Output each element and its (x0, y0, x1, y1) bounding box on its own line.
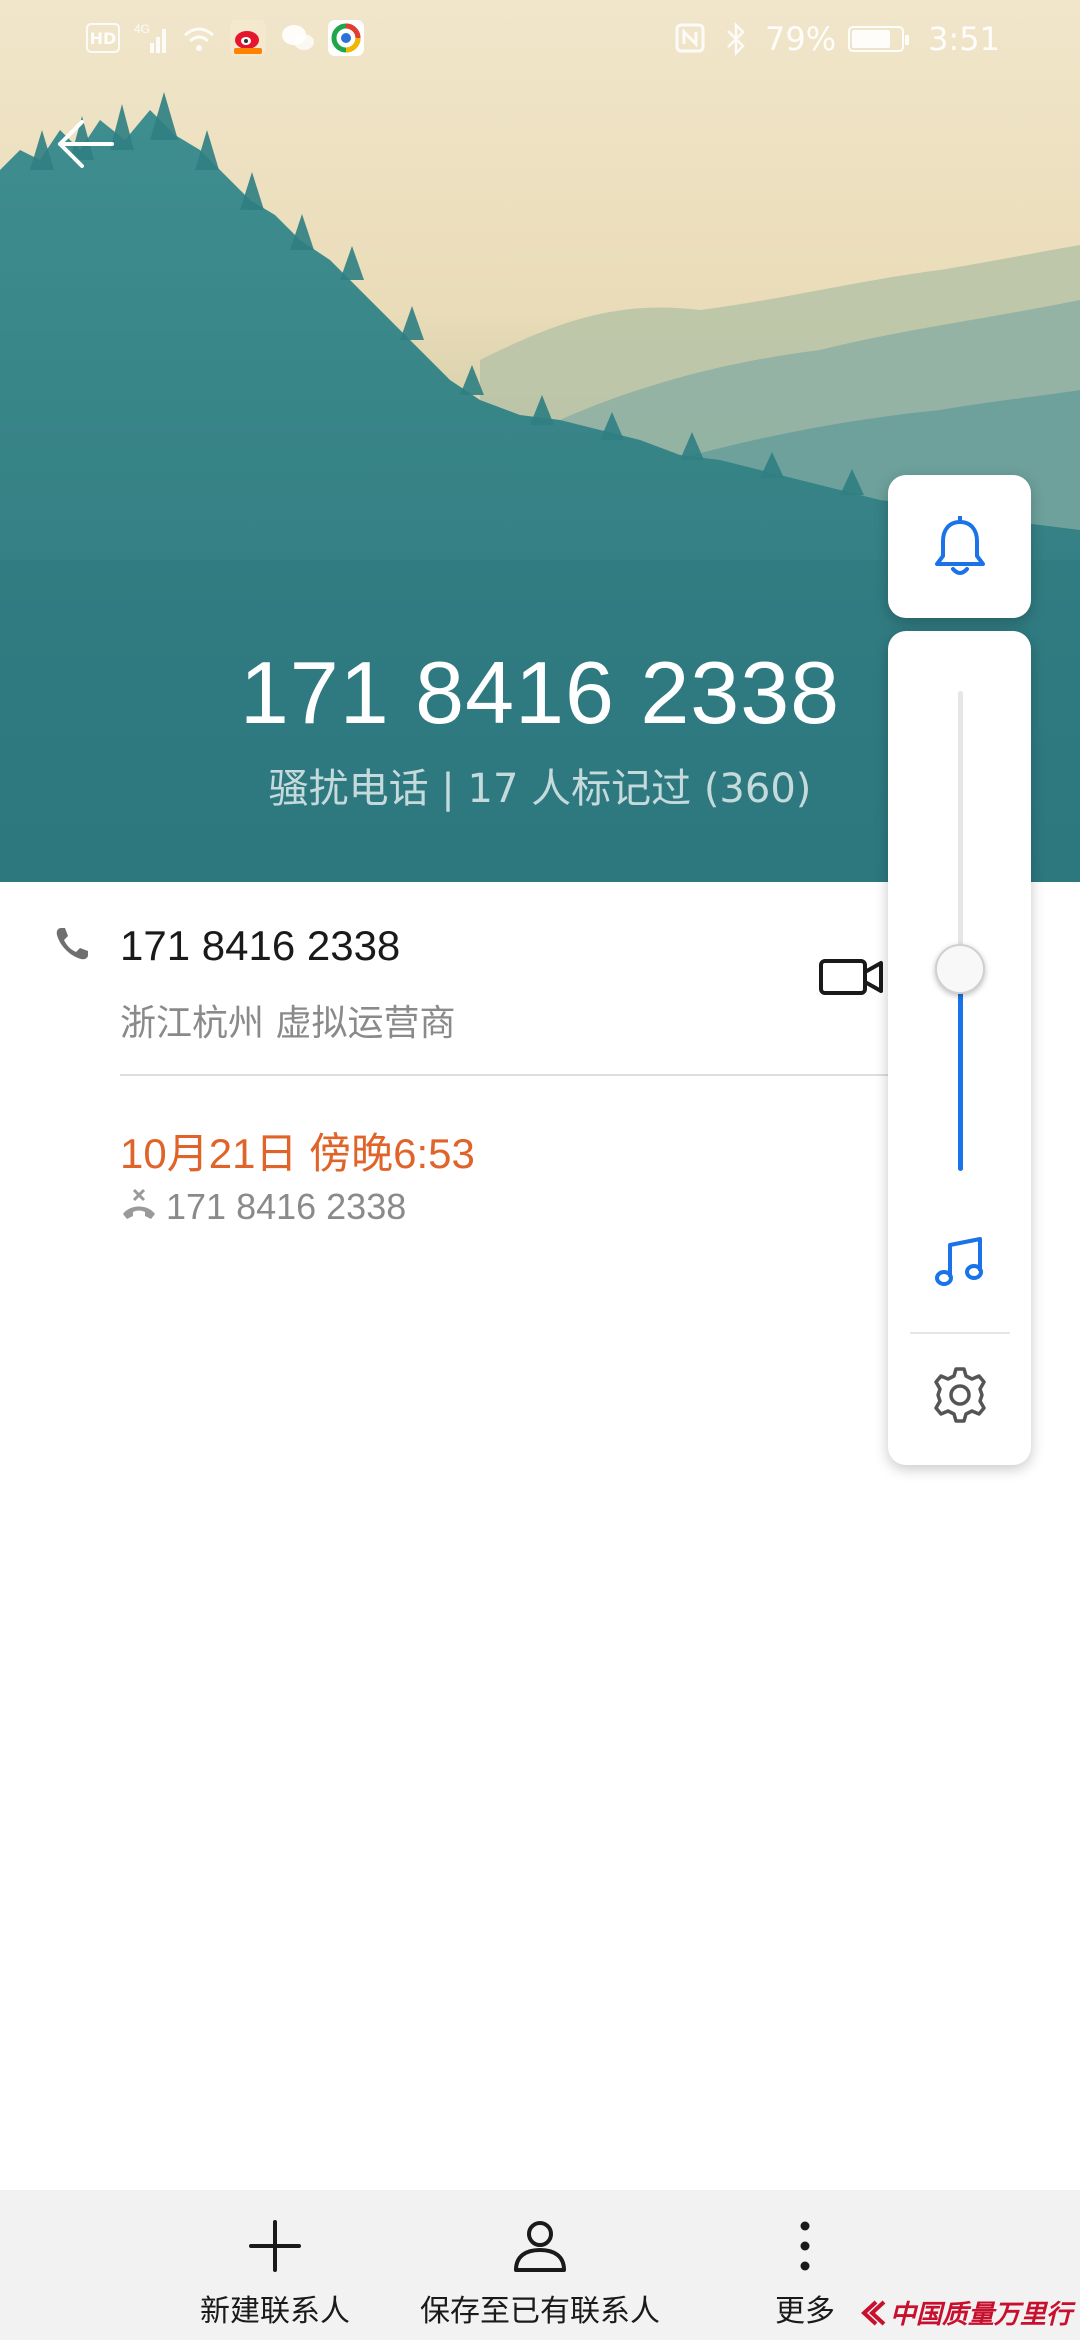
status-bar: HD 4G 79% 3:51 (0, 0, 1080, 80)
volume-panel (888, 631, 1031, 1465)
ringer-mode-button[interactable] (888, 475, 1031, 618)
new-contact-label: 新建联系人 (200, 2294, 350, 2329)
browser-icon (328, 20, 364, 56)
weibo-icon (230, 20, 266, 56)
new-contact-button[interactable]: 新建联系人 (175, 2190, 375, 2340)
plus-icon (249, 2220, 301, 2272)
more-button[interactable]: 更多 (745, 2190, 865, 2340)
more-label: 更多 (775, 2294, 835, 2329)
number-location: 浙江杭州 虚拟运营商 (120, 1003, 456, 1044)
missed-call-icon (123, 1188, 155, 1219)
network-type-label: 4G (134, 22, 150, 36)
volume-slider-fill (958, 969, 963, 1171)
contact-phone-number[interactable]: 171 8416 2338 (120, 922, 400, 970)
volume-slider-thumb[interactable] (935, 944, 985, 994)
wifi-icon (182, 21, 216, 55)
arrow-left-icon (58, 120, 114, 168)
details-divider (120, 1074, 900, 1076)
video-call-icon (819, 959, 883, 995)
watermark-logo: 中国质量万里行 (858, 2294, 1072, 2331)
status-time: 3:51 (928, 20, 1000, 58)
more-vertical-icon (800, 2221, 810, 2271)
save-to-existing-contact-button[interactable]: 保存至已有联系人 (400, 2190, 680, 2340)
signal-icon: 4G (134, 21, 168, 55)
bluetooth-icon (719, 21, 753, 57)
wechat-icon (280, 21, 314, 55)
hd-icon: HD (86, 23, 120, 53)
call-log-number: 171 8416 2338 (166, 1186, 407, 1227)
gear-icon[interactable] (930, 1365, 990, 1425)
call-log-date: 10月21日 傍晚6:53 (120, 1130, 475, 1177)
person-icon (514, 2221, 566, 2272)
video-call-button[interactable] (818, 952, 886, 1002)
phone-icon (56, 928, 88, 960)
back-button[interactable] (46, 108, 126, 188)
watermark-text: 中国质量万里行 (889, 2300, 1072, 2330)
nfc-icon (673, 22, 707, 56)
watermark-mark-icon (861, 2300, 886, 2325)
save-to-existing-label: 保存至已有联系人 (420, 2294, 660, 2329)
bell-icon (935, 516, 985, 575)
music-note-icon[interactable] (932, 1235, 988, 1291)
volume-panel-divider (910, 1332, 1010, 1334)
battery-icon (848, 26, 910, 52)
battery-percent: 79% (765, 20, 837, 58)
